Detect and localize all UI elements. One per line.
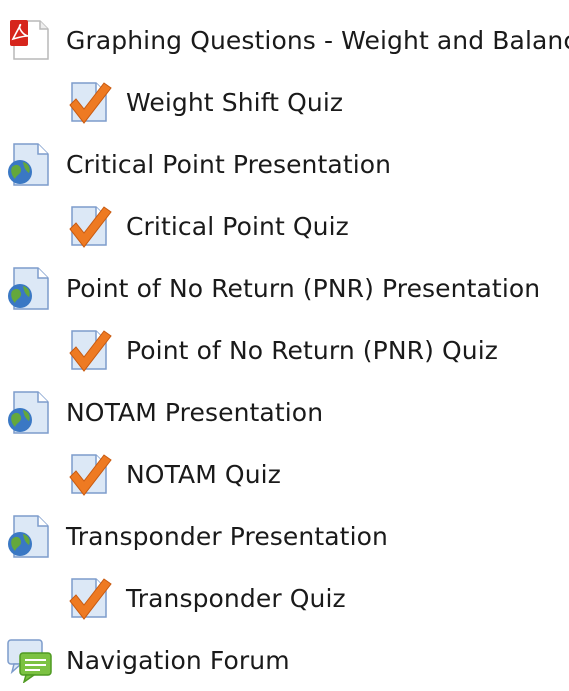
activity-label: Graphing Questions - Weight and Balance	[66, 25, 569, 55]
activity-label: Weight Shift Quiz	[126, 87, 344, 117]
quiz-icon	[69, 82, 112, 124]
activity-label: Critical Point Presentation	[66, 149, 392, 179]
url-globe-icon	[8, 391, 49, 434]
activity-weight-shift-quiz[interactable]: Weight Shift Quiz	[66, 71, 343, 133]
activity-label: Critical Point Quiz	[126, 211, 349, 241]
forum-icon	[7, 639, 52, 683]
activity-label: Point of No Return (PNR) Presentation	[66, 273, 541, 303]
url-globe-icon	[8, 267, 49, 310]
activity-label: NOTAM Presentation	[66, 397, 324, 427]
activity-label: NOTAM Quiz	[126, 459, 281, 489]
activity-label: Transponder Presentation	[66, 521, 388, 551]
activity-critical-point-quiz[interactable]: Critical Point Quiz	[66, 195, 349, 257]
activity-graphing-questions[interactable]: Graphing Questions - Weight and Balance	[6, 9, 569, 71]
quiz-icon	[69, 578, 112, 620]
activity-transponder-presentation[interactable]: Transponder Presentation	[6, 505, 388, 567]
activity-transponder-quiz[interactable]: Transponder Quiz	[66, 567, 346, 629]
activity-notam-quiz[interactable]: NOTAM Quiz	[66, 443, 281, 505]
pdf-icon	[10, 20, 49, 60]
url-globe-icon	[8, 515, 49, 558]
activity-label: Point of No Return (PNR) Quiz	[126, 335, 499, 365]
quiz-icon	[69, 330, 112, 372]
activity-label: Transponder Quiz	[126, 583, 346, 613]
quiz-icon	[69, 454, 112, 496]
quiz-icon	[69, 206, 112, 248]
url-globe-icon	[8, 143, 49, 186]
activity-label: Navigation Forum	[66, 645, 290, 675]
activity-notam-presentation[interactable]: NOTAM Presentation	[6, 381, 323, 443]
activity-critical-point-presentation[interactable]: Critical Point Presentation	[6, 133, 391, 195]
activity-pnr-presentation[interactable]: Point of No Return (PNR) Presentation	[6, 257, 540, 319]
activity-navigation-forum[interactable]: Navigation Forum	[6, 629, 290, 691]
activity-pnr-quiz[interactable]: Point of No Return (PNR) Quiz	[66, 319, 498, 381]
